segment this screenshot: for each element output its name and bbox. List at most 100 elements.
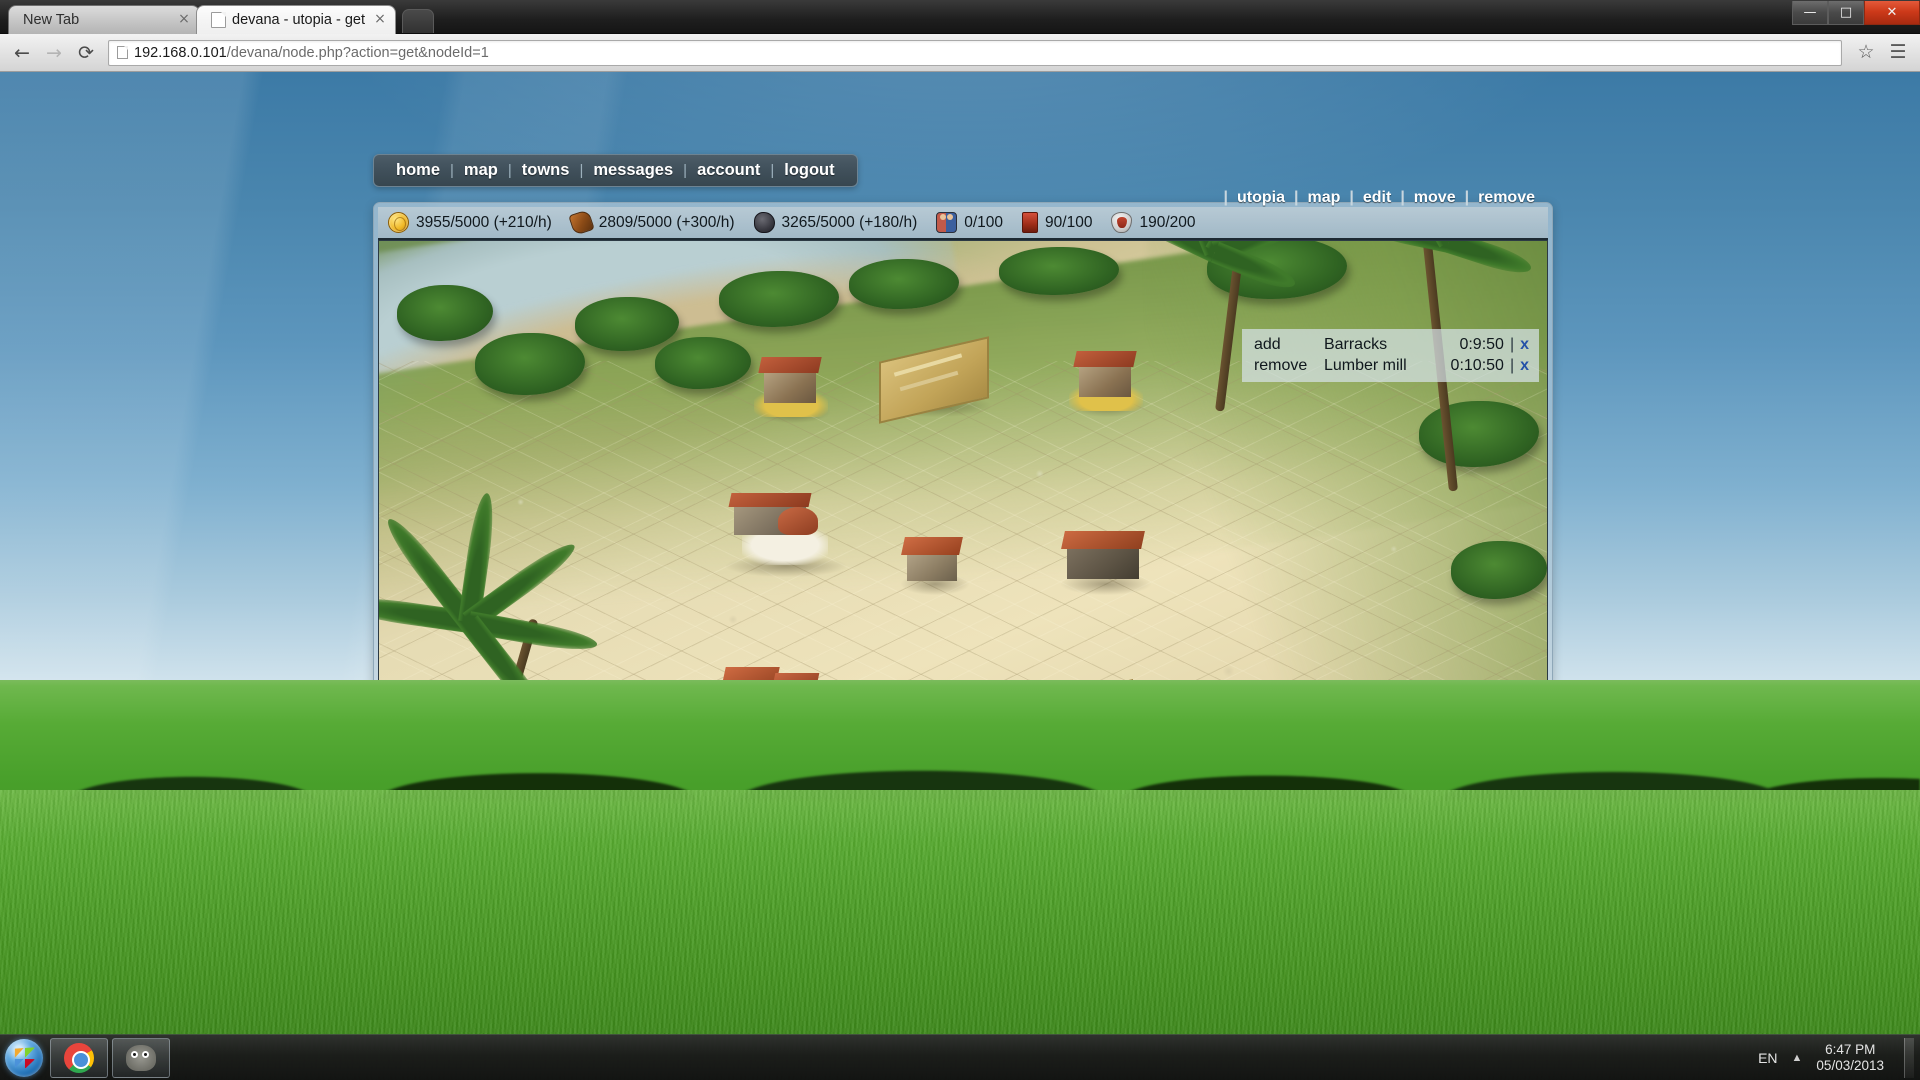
queue-time-remaining: 0:9:50 <box>1459 336 1504 353</box>
game-map-canvas[interactable]: add Barracks 0:9:50 | x remove Lumber mi… <box>378 240 1548 680</box>
address-bar[interactable]: 192.168.0.101/devana/node.php?action=get… <box>108 39 1842 66</box>
queue-cancel-icon[interactable]: x <box>1520 355 1529 376</box>
resource-storage: 90/100 <box>1022 212 1092 233</box>
building-body <box>1079 363 1131 397</box>
language-indicator[interactable]: EN <box>1758 1050 1777 1066</box>
page-info-icon[interactable] <box>117 46 128 59</box>
building-body <box>907 551 957 581</box>
browser-toolbar: ← → ⟳ 192.168.0.101/devana/node.php?acti… <box>0 34 1920 72</box>
site-navigation: home | map | towns | messages | account … <box>373 154 858 187</box>
resource-gold: 3955/5000 (+210/h) <box>388 212 552 233</box>
nav-item-map[interactable]: map <box>454 161 508 180</box>
building-roof <box>1073 351 1137 367</box>
building-body <box>1067 545 1139 579</box>
start-button[interactable] <box>2 1038 46 1078</box>
topmenu-item-edit[interactable]: edit <box>1354 189 1400 207</box>
queue-action[interactable]: remove <box>1254 355 1324 376</box>
topmenu-item-move[interactable]: move <box>1405 189 1465 207</box>
building-roof <box>720 667 780 680</box>
resource-bar: 3955/5000 (+210/h) 2809/5000 (+300/h) 32… <box>378 207 1548 240</box>
resource-value: 190/200 <box>1139 213 1196 231</box>
nav-item-home[interactable]: home <box>386 161 450 180</box>
chrome-browser-window: New Tab × devana - utopia - get × — □ ✕ … <box>0 0 1920 680</box>
forum-dome <box>778 507 818 535</box>
storage-icon <box>1022 212 1039 233</box>
browser-tab-new-tab[interactable]: New Tab × <box>8 5 200 34</box>
browser-tab-devana[interactable]: devana - utopia - get × <box>196 5 396 34</box>
gimp-icon <box>126 1044 156 1071</box>
tab-close-icon[interactable]: × <box>177 12 191 27</box>
forward-icon[interactable]: → <box>40 40 68 66</box>
map-building-gold-mine[interactable] <box>754 351 830 423</box>
map-building-forum[interactable] <box>724 489 846 577</box>
map-building-construction-site[interactable] <box>879 336 991 424</box>
game-panel: | utopia | map | edit | move | remove 39… <box>373 189 1553 680</box>
maximize-button[interactable]: □ <box>1828 1 1864 25</box>
window-controls: — □ ✕ <box>1792 0 1920 25</box>
game-top-menu: | utopia | map | edit | move | remove <box>1224 189 1545 207</box>
page-viewport: home | map | towns | messages | account … <box>0 72 1920 680</box>
reload-icon[interactable]: ⟳ <box>72 40 100 66</box>
taskbar-clock[interactable]: 6:47 PM 05/03/2013 <box>1816 1042 1884 1074</box>
building-body <box>764 369 816 403</box>
back-icon[interactable]: ← <box>8 40 36 66</box>
nav-item-account[interactable]: account <box>687 161 770 180</box>
queue-building-name: Barracks <box>1323 336 1388 353</box>
queue-action[interactable]: add <box>1254 334 1324 355</box>
building-roof <box>728 493 812 507</box>
windows-logo-icon <box>5 1038 43 1077</box>
nav-item-towns[interactable]: towns <box>512 161 580 180</box>
nav-item-logout[interactable]: logout <box>774 161 844 180</box>
queue-row: remove Lumber mill 0:10:50 | x <box>1254 355 1529 376</box>
resource-defense: 190/200 <box>1111 212 1196 233</box>
stone-icon <box>753 212 775 233</box>
resource-value: 3265/5000 (+180/h) <box>781 213 918 231</box>
system-tray: EN ▲ 6:47 PM 05/03/2013 <box>1758 1037 1920 1078</box>
new-tab-button[interactable] <box>402 9 434 33</box>
build-queue-panel: add Barracks 0:9:50 | x remove Lumber mi… <box>1241 329 1539 382</box>
queue-building-name: Lumber mill <box>1323 357 1407 374</box>
map-building-gold-mine[interactable] <box>1069 345 1145 417</box>
map-building-house[interactable] <box>899 531 969 595</box>
tab-title: New Tab <box>23 12 80 28</box>
page-favicon-icon <box>211 12 226 28</box>
queue-time-remaining: 0:10:50 <box>1450 357 1504 374</box>
show-hidden-icons-icon[interactable]: ▲ <box>1792 1052 1803 1064</box>
resource-wood: 2809/5000 (+300/h) <box>568 209 735 236</box>
topmenu-item-utopia[interactable]: utopia <box>1228 189 1294 207</box>
windows-taskbar: EN ▲ 6:47 PM 05/03/2013 <box>0 1034 1920 1080</box>
topmenu-item-remove[interactable]: remove <box>1469 189 1544 207</box>
chrome-menu-icon[interactable]: ☰ <box>1884 40 1912 66</box>
url-path: /devana/node.php?action=get&nodeId=1 <box>226 44 489 61</box>
wood-log-icon <box>568 209 595 236</box>
shield-icon <box>1111 212 1133 233</box>
url-host: 192.168.0.101 <box>134 44 227 61</box>
url-text: 192.168.0.101/devana/node.php?action=get… <box>134 45 489 61</box>
map-building-fortress[interactable] <box>719 661 841 680</box>
resource-value: 2809/5000 (+300/h) <box>598 213 735 231</box>
tab-close-icon[interactable]: × <box>373 12 387 27</box>
close-window-button[interactable]: ✕ <box>1864 1 1920 25</box>
queue-separator: | <box>1509 336 1515 353</box>
topmenu-item-map[interactable]: map <box>1298 189 1349 207</box>
building-roof <box>758 357 822 373</box>
chrome-icon <box>64 1042 94 1073</box>
tab-strip: New Tab × devana - utopia - get × — □ ✕ <box>0 0 1920 34</box>
gold-coin-icon <box>388 212 409 233</box>
building-roof <box>1061 531 1145 549</box>
building-roof <box>901 537 963 555</box>
resource-value: 3955/5000 (+210/h) <box>416 213 552 231</box>
queue-cancel-icon[interactable]: x <box>1520 334 1529 355</box>
resource-population: 0/100 <box>936 212 1003 233</box>
map-building-barracks[interactable] <box>1059 523 1151 595</box>
resource-value: 90/100 <box>1045 213 1093 231</box>
show-desktop-button[interactable] <box>1904 1037 1914 1078</box>
taskbar-item-gimp[interactable] <box>112 1037 170 1078</box>
nav-item-messages[interactable]: messages <box>583 161 683 180</box>
taskbar-item-chrome[interactable] <box>50 1037 108 1078</box>
queue-separator: | <box>1509 357 1515 374</box>
minimize-button[interactable]: — <box>1792 1 1828 25</box>
bookmark-star-icon[interactable]: ☆ <box>1852 40 1880 66</box>
building-roof <box>770 673 820 680</box>
clock-date: 05/03/2013 <box>1816 1057 1884 1073</box>
